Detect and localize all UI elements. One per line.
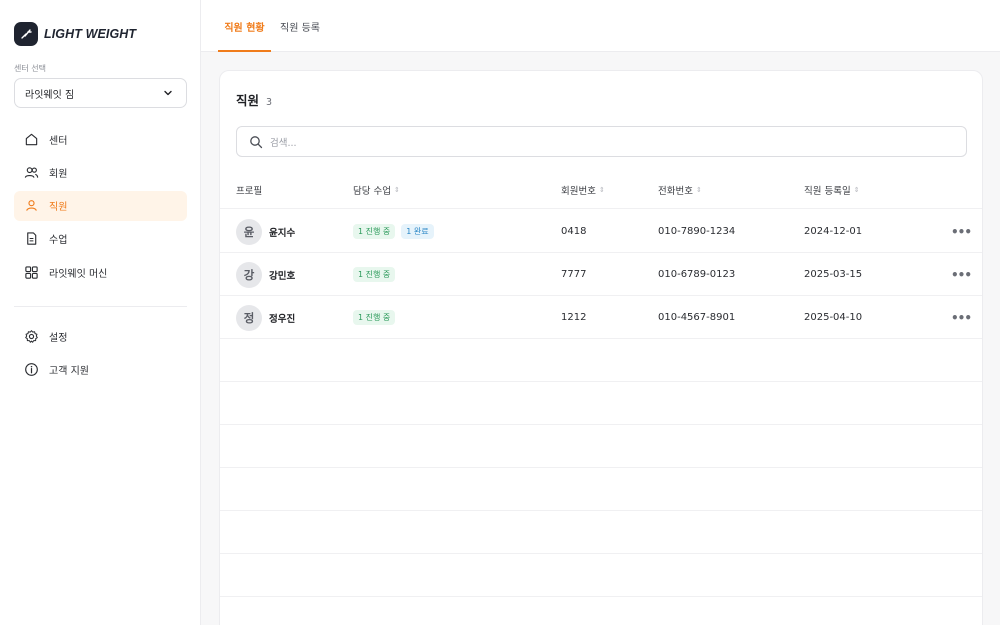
gear-icon — [23, 328, 39, 344]
classes-cell: 1 진행 중 — [353, 253, 401, 296]
profile-cell: 강 강민호 — [236, 253, 295, 296]
sort-icon: ⇕ — [598, 186, 605, 194]
empty-row — [220, 511, 982, 554]
user-icon — [23, 198, 39, 214]
page-title: 직원 — [236, 93, 260, 108]
sidebar-item-members[interactable]: 회원 — [14, 157, 187, 187]
sidebar-item-label: 고객 지원 — [49, 365, 89, 377]
staff-name: 윤지수 — [269, 227, 296, 239]
empty-row — [220, 425, 982, 468]
staff-name: 정우진 — [269, 313, 296, 325]
classes-cell: 1 진행 중 — [353, 296, 401, 339]
column-header-label: 프로필 — [236, 186, 263, 197]
more-options-icon[interactable]: ••• — [951, 210, 972, 253]
column-header-profile: 프로필 — [236, 183, 262, 197]
registered-cell: 2024-12-01 — [804, 226, 863, 237]
logo[interactable]: LIGHT WEIGHT — [14, 22, 136, 46]
phone-cell: 010-4567-8901 — [658, 312, 736, 323]
sidebar-item-label: 설정 — [49, 332, 68, 344]
search-icon — [248, 134, 264, 150]
info-icon — [23, 361, 39, 377]
sidebar-item-label: 라잇웨잇 머신 — [49, 268, 108, 280]
table-header: 프로필 담당 수업 ⇕ 회원번호 ⇕ 전화번호 ⇕ 직원 등록일 ⇕ — [220, 171, 982, 209]
logo-mark-icon — [14, 22, 38, 46]
tab-staff-register[interactable]: 직원 등록 — [280, 0, 320, 52]
status-badge-in-progress: 1 진행 중 — [353, 310, 396, 325]
center-select[interactable]: 라잇웨잇 짐 — [14, 78, 187, 108]
empty-row — [220, 468, 982, 511]
status-badge-completed: 1 완료 — [401, 224, 434, 239]
column-header-label: 직원 등록일 — [804, 186, 851, 197]
search-input[interactable]: 검색... — [236, 126, 967, 157]
search-placeholder: 검색... — [270, 137, 297, 149]
grid-icon — [23, 264, 39, 280]
empty-row — [220, 554, 982, 597]
sidebar-item-center[interactable]: 센터 — [14, 124, 187, 154]
sort-icon: ⇕ — [695, 186, 702, 194]
sidebar: LIGHT WEIGHT 센터 선택 라잇웨잇 짐 센터 회원 직원 수업 라잇… — [0, 0, 201, 625]
column-header-classes[interactable]: 담당 수업 ⇕ — [353, 183, 400, 197]
logo-text: LIGHT WEIGHT — [44, 27, 137, 41]
sidebar-item-label: 회원 — [49, 168, 68, 180]
sidebar-bottom-nav: 설정 고객 지원 — [14, 321, 187, 388]
sidebar-item-label: 센터 — [49, 135, 68, 147]
sidebar-item-classes[interactable]: 수업 — [14, 224, 187, 254]
column-header-phone[interactable]: 전화번호 ⇕ — [658, 183, 702, 197]
tab-staff-status[interactable]: 직원 현황 — [218, 0, 271, 52]
sidebar-item-label: 수업 — [49, 235, 68, 247]
sidebar-item-settings[interactable]: 설정 — [14, 321, 187, 351]
profile-cell: 윤 윤지수 — [236, 210, 295, 253]
sidebar-item-support[interactable]: 고객 지원 — [14, 354, 187, 384]
column-header-registered[interactable]: 직원 등록일 ⇕ — [804, 183, 860, 197]
card-header: 직원 3 — [236, 90, 272, 109]
table-row[interactable]: 윤 윤지수 1 진행 중 1 완료 0418 010-7890-1234 202… — [220, 210, 982, 253]
more-options-icon[interactable]: ••• — [951, 253, 972, 296]
sort-icon: ⇕ — [393, 186, 400, 194]
sort-icon: ⇕ — [853, 186, 860, 194]
registered-cell: 2025-04-10 — [804, 312, 863, 323]
sidebar-item-machines[interactable]: 라잇웨잇 머신 — [14, 257, 187, 287]
staff-card: 직원 3 검색... 프로필 담당 수업 ⇕ 회원번호 ⇕ 전화번호 ⇕ 직원 등록일… — [219, 70, 983, 625]
table-row[interactable]: 강 강민호 1 진행 중 7777 010-6789-0123 2025-03-… — [220, 253, 982, 296]
avatar: 정 — [236, 304, 262, 331]
home-icon — [23, 131, 39, 147]
sidebar-divider — [14, 306, 187, 307]
avatar: 강 — [236, 261, 262, 288]
empty-row — [220, 339, 982, 382]
empty-row — [220, 382, 982, 425]
phone-cell: 010-6789-0123 — [658, 269, 736, 280]
column-header-member-no[interactable]: 회원번호 ⇕ — [561, 183, 605, 197]
center-select-label: 센터 선택 — [14, 64, 46, 73]
more-options-icon[interactable]: ••• — [951, 296, 972, 339]
member-no-cell: 0418 — [561, 226, 587, 237]
column-header-label: 전화번호 — [658, 186, 693, 197]
table-row[interactable]: 정 정우진 1 진행 중 1212 010-4567-8901 2025-04-… — [220, 296, 982, 339]
center-select-value: 라잇웨잇 짐 — [25, 89, 75, 101]
users-icon — [23, 164, 39, 180]
status-badge-in-progress: 1 진행 중 — [353, 224, 396, 239]
document-icon — [23, 231, 39, 247]
sidebar-item-label: 직원 — [49, 202, 68, 214]
avatar: 윤 — [236, 218, 262, 245]
registered-cell: 2025-03-15 — [804, 269, 863, 280]
phone-cell: 010-7890-1234 — [658, 226, 736, 237]
status-badge-in-progress: 1 진행 중 — [353, 267, 396, 282]
profile-cell: 정 정우진 — [236, 296, 295, 339]
classes-cell: 1 진행 중 1 완료 — [353, 210, 440, 253]
sidebar-nav: 센터 회원 직원 수업 라잇웨잇 머신 — [14, 124, 187, 290]
chevron-down-icon — [160, 85, 176, 101]
top-tab-bar: 직원 현황 직원 등록 — [201, 0, 1000, 52]
member-no-cell: 7777 — [561, 269, 587, 280]
sidebar-item-staff[interactable]: 직원 — [14, 190, 187, 221]
column-header-label: 담당 수업 — [353, 186, 391, 197]
member-no-cell: 1212 — [561, 312, 587, 323]
staff-count: 3 — [266, 97, 273, 108]
staff-name: 강민호 — [269, 270, 296, 282]
column-header-label: 회원번호 — [561, 186, 596, 197]
